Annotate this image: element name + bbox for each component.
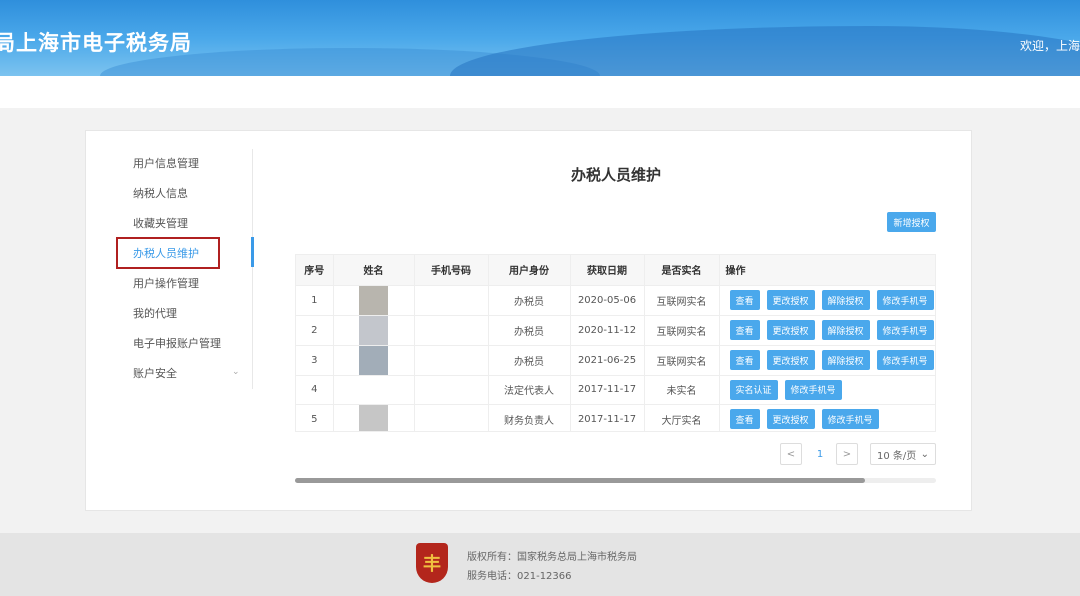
sidebar-item-e-filing-account[interactable]: 电子申报账户管理 [133,335,221,351]
table-row: 1 办税员 2020-05-06 互联网实名 查看更改授权解除授权修改手机号 [296,285,936,315]
col-header: 用户身份 [488,255,570,285]
page-size-select[interactable]: 10 条/页 ⌄ [870,443,936,465]
cell-date: 2021-06-25 [570,345,644,375]
scrollbar-thumb[interactable] [295,478,865,483]
action-button[interactable]: 解除授权 [822,290,870,310]
copyright-text: 版权所有：国家税务总局上海市税务局 [467,548,637,563]
cell-role: 办税员 [488,285,570,315]
cell-actions: 查看更改授权解除授权修改手机号 [719,315,936,345]
cell-name [333,404,414,432]
redacted-name [359,286,388,315]
cell-phone [414,345,488,375]
table-row: 4 法定代表人 2017-11-17 未实名 实名认证修改手机号 [296,375,936,404]
cell-role: 办税员 [488,315,570,345]
welcome-text: 欢迎，上海 [1020,37,1080,54]
col-header: 是否实名 [644,255,719,285]
prev-page-button[interactable]: < [780,443,802,465]
col-header: 操作 [719,255,936,285]
chevron-down-icon: ⌄ [921,449,929,460]
cell-date: 2020-05-06 [570,285,644,315]
sidebar-item-taxpayer-info[interactable]: 纳税人信息 [133,185,188,201]
table-row: 2 办税员 2020-11-12 互联网实名 查看更改授权解除授权修改手机号 [296,315,936,345]
active-indicator [251,237,254,267]
tax-logo: 丰 [416,543,448,583]
redacted-name [359,346,388,375]
action-button[interactable]: 修改手机号 [877,320,934,340]
page-title: 办税人员维护 [571,164,661,185]
action-button[interactable]: 查看 [730,320,760,340]
sidebar-item-user-info[interactable]: 用户信息管理 [133,155,199,171]
col-header: 获取日期 [570,255,644,285]
cell-date: 2017-11-17 [570,404,644,432]
cell-realname: 大厅实名 [644,404,719,432]
cell-date: 2020-11-12 [570,315,644,345]
col-header: 姓名 [333,255,414,285]
cell-realname: 互联网实名 [644,345,719,375]
next-page-button[interactable]: > [836,443,858,465]
sidebar-item-account-security[interactable]: 账户安全 [133,365,177,381]
sidebar-item-user-operations[interactable]: 用户操作管理 [133,275,199,291]
action-button[interactable]: 解除授权 [822,350,870,370]
redacted-name [359,316,388,345]
action-button[interactable]: 更改授权 [767,350,815,370]
action-button[interactable]: 更改授权 [767,409,815,429]
action-button[interactable]: 解除授权 [822,320,870,340]
action-button[interactable]: 修改手机号 [822,409,879,429]
action-button[interactable]: 查看 [730,290,760,310]
cell-no: 5 [296,404,333,432]
page-number[interactable]: 1 [810,443,830,465]
cell-actions: 查看更改授权修改手机号 [719,404,936,432]
cell-phone [414,404,488,432]
cell-role: 办税员 [488,345,570,375]
cell-realname: 未实名 [644,375,719,404]
action-button[interactable]: 更改授权 [767,290,815,310]
sidebar-item-tax-staff[interactable]: 办税人员维护 [133,245,199,261]
cell-phone [414,315,488,345]
cell-no: 3 [296,345,333,375]
cell-role: 财务负责人 [488,404,570,432]
content-card: 用户信息管理 纳税人信息 收藏夹管理 办税人员维护 用户操作管理 我的代理 电子… [85,130,972,511]
cell-role: 法定代表人 [488,375,570,404]
col-header: 手机号码 [414,255,488,285]
action-button[interactable]: 修改手机号 [877,350,934,370]
header-banner: 局上海市电子税务局 欢迎，上海 [0,0,1080,76]
cell-name [333,375,414,404]
action-button[interactable]: 查看 [730,350,760,370]
col-header: 序号 [296,255,333,285]
action-button[interactable]: 修改手机号 [785,380,842,400]
action-button[interactable]: 修改手机号 [877,290,934,310]
horizontal-scrollbar[interactable] [295,478,936,483]
site-title: 局上海市电子税务局 [0,27,192,57]
sidebar-item-my-agent[interactable]: 我的代理 [133,305,177,321]
table-row: 5 财务负责人 2017-11-17 大厅实名 查看更改授权修改手机号 [296,404,936,432]
cell-no: 1 [296,285,333,315]
cell-realname: 互联网实名 [644,315,719,345]
page-size-value: 10 条/页 [877,447,916,462]
cell-name [333,285,414,315]
cell-name [333,315,414,345]
action-button[interactable]: 实名认证 [730,380,778,400]
service-phone: 服务电话：021-12366 [467,567,572,582]
cell-no: 4 [296,375,333,404]
table-header: 序号 姓名 手机号码 用户身份 获取日期 是否实名 操作 [296,255,936,285]
action-button[interactable]: 查看 [730,409,760,429]
cell-phone [414,285,488,315]
cell-actions: 查看更改授权解除授权修改手机号 [719,345,936,375]
cell-actions: 实名认证修改手机号 [719,375,936,404]
cell-actions: 查看更改授权解除授权修改手机号 [719,285,936,315]
action-button[interactable]: 更改授权 [767,320,815,340]
redacted-name [359,405,388,433]
table-row: 3 办税员 2021-06-25 互联网实名 查看更改授权解除授权修改手机号 [296,345,936,375]
footer: 丰 版权所有：国家税务总局上海市税务局 服务电话：021-12366 [0,533,1080,596]
cell-realname: 互联网实名 [644,285,719,315]
new-authorization-button[interactable]: 新增授权 [887,212,936,232]
cell-name [333,345,414,375]
sidebar-item-favorites[interactable]: 收藏夹管理 [133,215,188,231]
chevron-down-icon: ⌄ [232,367,240,377]
cell-phone [414,375,488,404]
cell-date: 2017-11-17 [570,375,644,404]
staff-table: 序号 姓名 手机号码 用户身份 获取日期 是否实名 操作 1 办税员 2020-… [295,254,936,432]
cell-no: 2 [296,315,333,345]
